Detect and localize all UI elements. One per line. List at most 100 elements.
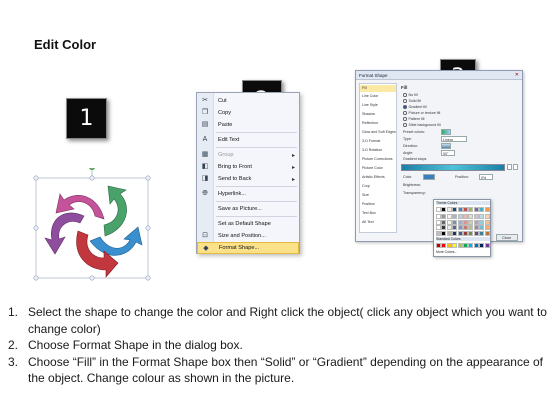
standard-color-swatch[interactable]	[468, 243, 474, 248]
color-swatch[interactable]	[468, 225, 474, 231]
color-swatch[interactable]	[457, 207, 463, 212]
color-swatch[interactable]	[468, 207, 474, 212]
option-gradient-fill[interactable]: Gradient fill	[403, 105, 427, 109]
color-swatch[interactable]	[479, 213, 485, 219]
remove-stop-button[interactable]	[513, 164, 518, 170]
nav-item-3d-rotation[interactable]: 3-D Rotation	[360, 147, 396, 154]
color-swatch[interactable]	[479, 231, 485, 237]
color-swatch[interactable]	[441, 231, 447, 237]
color-swatch[interactable]	[436, 231, 441, 237]
color-swatch[interactable]	[441, 225, 447, 231]
standard-color-swatch[interactable]	[452, 243, 458, 248]
nav-item-line-style[interactable]: Line Style	[360, 102, 396, 109]
circular-arrows-shape[interactable]	[28, 164, 158, 286]
menu-item-edit-text[interactable]: A Edit Text	[197, 134, 299, 146]
color-swatch[interactable]	[484, 231, 490, 237]
color-swatch[interactable]	[441, 207, 447, 212]
nav-item-line-color[interactable]: Line Color	[360, 93, 396, 100]
color-swatch[interactable]	[463, 225, 468, 231]
option-picture-fill[interactable]: Picture or texture fill	[403, 111, 440, 115]
nav-item-reflection[interactable]: Reflection	[360, 120, 396, 127]
color-swatch[interactable]	[436, 207, 441, 212]
menu-item-send-to-back[interactable]: ◨ Send to Back ▸	[197, 173, 299, 185]
color-swatch[interactable]	[457, 231, 463, 237]
standard-color-swatch[interactable]	[463, 243, 468, 248]
color-swatch[interactable]	[441, 219, 447, 225]
color-swatch[interactable]	[441, 213, 447, 219]
color-picker-button[interactable]	[423, 174, 435, 180]
nav-item-alt-text[interactable]: Alt Text	[360, 219, 396, 226]
color-swatch[interactable]	[473, 231, 479, 237]
standard-color-swatch[interactable]	[484, 243, 490, 248]
color-swatch[interactable]	[457, 219, 463, 225]
position-input[interactable]: 0%	[479, 174, 493, 180]
nav-item-3d-format[interactable]: 3-D Format	[360, 138, 396, 145]
option-slide-background-fill[interactable]: Slide background fill	[403, 123, 441, 127]
color-swatch[interactable]	[484, 225, 490, 231]
standard-color-swatch[interactable]	[441, 243, 447, 248]
color-swatch[interactable]	[463, 207, 468, 212]
angle-input[interactable]: 90°	[441, 150, 455, 156]
color-swatch[interactable]	[473, 213, 479, 219]
menu-item-size-and-position[interactable]: ⊡ Size and Position...	[197, 230, 299, 242]
standard-color-swatch[interactable]	[479, 243, 485, 248]
color-swatch[interactable]	[484, 207, 490, 212]
color-swatch[interactable]	[452, 207, 458, 212]
color-swatch[interactable]	[436, 213, 441, 219]
standard-color-swatch[interactable]	[473, 243, 479, 248]
nav-item-artistic-effects[interactable]: Artistic Effects	[360, 174, 396, 181]
color-swatch[interactable]	[463, 213, 468, 219]
menu-item-group[interactable]: ▦ Group ▸	[197, 149, 299, 161]
nav-item-position[interactable]: Position	[360, 201, 396, 208]
option-no-fill[interactable]: No fill	[403, 93, 418, 97]
color-swatch[interactable]	[484, 219, 490, 225]
color-swatch[interactable]	[436, 225, 441, 231]
color-swatch[interactable]	[452, 225, 458, 231]
nav-item-size[interactable]: Size	[360, 192, 396, 199]
color-swatch[interactable]	[473, 225, 479, 231]
more-colors-option[interactable]: More Colors...	[436, 250, 457, 254]
menu-item-bring-to-front[interactable]: ◧ Bring to Front ▸	[197, 161, 299, 173]
nav-item-crop[interactable]: Crop	[360, 183, 396, 190]
menu-item-set-default-shape[interactable]: Set as Default Shape	[197, 218, 299, 230]
color-swatch[interactable]	[452, 219, 458, 225]
color-swatch[interactable]	[463, 231, 468, 237]
color-swatch[interactable]	[446, 225, 452, 231]
color-swatch[interactable]	[473, 219, 479, 225]
nav-item-shadow[interactable]: Shadow	[360, 111, 396, 118]
color-swatch[interactable]	[463, 219, 468, 225]
nav-item-picture-color[interactable]: Picture Color	[360, 165, 396, 172]
color-swatch[interactable]	[468, 213, 474, 219]
menu-item-format-shape[interactable]: ◆ Format Shape...	[197, 242, 299, 254]
direction-button[interactable]	[441, 143, 451, 149]
color-swatch[interactable]	[479, 207, 485, 212]
color-swatch[interactable]	[479, 219, 485, 225]
color-swatch[interactable]	[468, 231, 474, 237]
color-swatch[interactable]	[468, 219, 474, 225]
color-swatch[interactable]	[446, 207, 452, 212]
color-swatch[interactable]	[436, 219, 441, 225]
close-icon[interactable]: ✕	[515, 71, 519, 80]
standard-color-swatch[interactable]	[446, 243, 452, 248]
color-swatch[interactable]	[452, 213, 458, 219]
menu-item-cut[interactable]: ✂ Cut	[197, 95, 299, 107]
option-solid-fill[interactable]: Solid fill	[403, 99, 421, 103]
color-swatch[interactable]	[457, 213, 463, 219]
color-swatch[interactable]	[452, 231, 458, 237]
standard-color-swatch[interactable]	[436, 243, 441, 248]
menu-item-copy[interactable]: ❐ Copy	[197, 107, 299, 119]
menu-item-paste[interactable]: ▤ Paste	[197, 119, 299, 131]
menu-item-hyperlink[interactable]: 🌐︎ Hyperlink...	[197, 188, 299, 200]
nav-item-fill[interactable]: Fill	[360, 85, 396, 92]
color-swatch[interactable]	[457, 225, 463, 231]
standard-color-swatch[interactable]	[457, 243, 463, 248]
color-swatch[interactable]	[473, 207, 479, 212]
nav-item-picture-corrections[interactable]: Picture Corrections	[360, 156, 396, 163]
option-pattern-fill[interactable]: Pattern fill	[403, 117, 424, 121]
menu-item-save-as-picture[interactable]: Save as Picture...	[197, 203, 299, 215]
nav-item-glow[interactable]: Glow and Soft Edges	[360, 129, 396, 136]
preset-colors-button[interactable]	[441, 129, 451, 135]
close-button[interactable]: Close	[496, 234, 518, 241]
color-swatch[interactable]	[446, 213, 452, 219]
nav-item-text-box[interactable]: Text Box	[360, 210, 396, 217]
